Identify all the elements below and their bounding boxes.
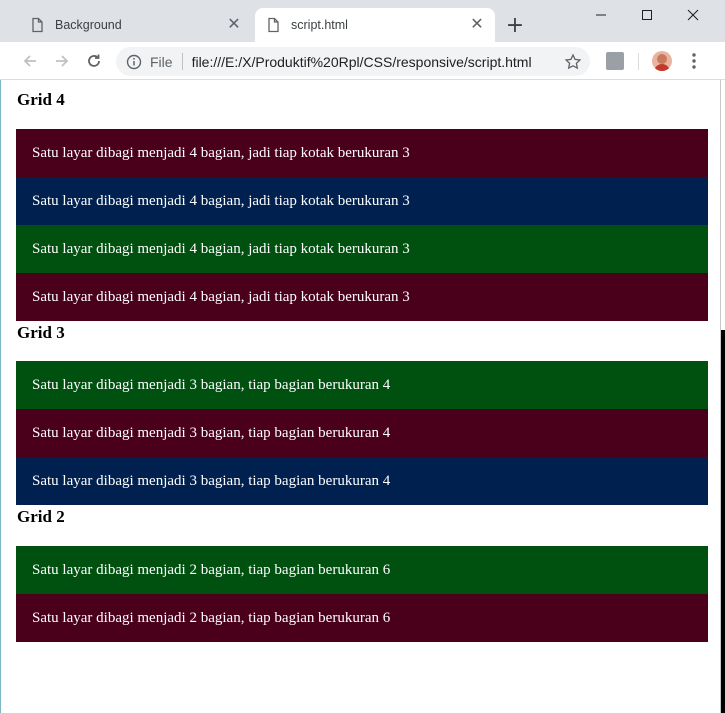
kebab-menu-icon[interactable] [686, 51, 702, 71]
forward-arrow-icon[interactable] [50, 49, 74, 73]
profile-avatar[interactable] [652, 51, 672, 71]
tab-close-icon[interactable]: ✕ [224, 15, 244, 35]
address-bar[interactable]: File file:///E:/X/Produktif%20Rpl/CSS/re… [116, 47, 590, 76]
document-icon [268, 17, 279, 33]
browser-titlebar: Background ✕ script.html ✕ + [0, 0, 725, 42]
tab-background[interactable]: Background ✕ [20, 8, 252, 42]
scheme-label: File [150, 53, 173, 70]
tab-script-html[interactable]: script.html ✕ [255, 8, 495, 42]
minimize-icon[interactable] [578, 0, 624, 30]
star-icon[interactable] [564, 52, 582, 71]
avatar-shirt [654, 64, 670, 71]
back-arrow-icon[interactable] [18, 49, 42, 73]
tab-title: Background [55, 18, 122, 32]
grid-4-box-2: Satu layar dibagi menjadi 4 bagian, jadi… [16, 177, 708, 225]
toolbar-separator [638, 53, 639, 70]
omnibox-separator [181, 53, 183, 70]
info-icon[interactable] [126, 54, 142, 70]
window-close-icon[interactable] [670, 0, 716, 30]
grid-4-box-4: Satu layar dibagi menjadi 4 bagian, jadi… [16, 273, 708, 321]
document-icon [32, 17, 43, 33]
grid-3-box-2: Satu layar dibagi menjadi 3 bagian, tiap… [16, 409, 708, 457]
reload-icon[interactable] [82, 49, 106, 73]
avatar-head [657, 54, 667, 64]
grid-3-box-1: Satu layar dibagi menjadi 3 bagian, tiap… [16, 361, 708, 409]
url-text[interactable]: file:///E:/X/Produktif%20Rpl/CSS/respons… [192, 54, 564, 70]
grid-3-box-3: Satu layar dibagi menjadi 3 bagian, tiap… [16, 457, 708, 505]
maximize-icon[interactable] [624, 0, 670, 30]
grid-2-box-2: Satu layar dibagi menjadi 2 bagian, tiap… [16, 594, 708, 642]
grid-4-heading: Grid 4 [17, 90, 65, 109]
grid-4-box-1: Satu layar dibagi menjadi 4 bagian, jadi… [16, 129, 708, 177]
background-window-edge [721, 330, 725, 713]
grid-2-heading: Grid 2 [17, 507, 65, 526]
new-tab-plus-icon[interactable]: + [503, 15, 527, 39]
grid-2-box-1: Satu layar dibagi menjadi 2 bagian, tiap… [16, 546, 708, 594]
grid-3-heading: Grid 3 [17, 323, 65, 342]
tab-title: script.html [291, 18, 348, 32]
tab-close-icon[interactable]: ✕ [467, 15, 487, 35]
extension-icon[interactable] [606, 52, 624, 70]
grid-4-box-3: Satu layar dibagi menjadi 4 bagian, jadi… [16, 225, 708, 273]
page-viewport: Grid 4 Satu layar dibagi menjadi 4 bagia… [1, 81, 720, 713]
